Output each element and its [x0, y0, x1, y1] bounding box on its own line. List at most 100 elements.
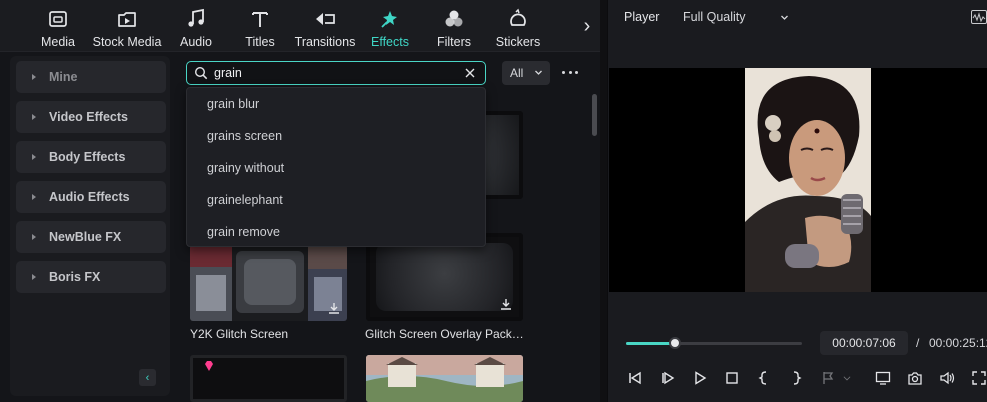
total-time: 00:00:25:12	[929, 336, 987, 350]
close-icon[interactable]	[464, 67, 476, 79]
stop-icon[interactable]	[723, 369, 741, 387]
previous-frame-icon[interactable]	[626, 369, 644, 387]
text-icon	[252, 12, 268, 27]
effect-card[interactable]	[190, 355, 347, 402]
chevron-left-icon[interactable]: ‹	[139, 369, 156, 386]
effect-title: Glitch Screen Overlay Pack…	[365, 327, 524, 341]
effect-card-y2k-glitch-screen[interactable]	[190, 245, 347, 321]
search-icon	[194, 66, 208, 80]
transitions-icon	[316, 13, 335, 25]
tab-filters-label: Filters	[436, 35, 472, 49]
snapshot-camera-icon[interactable]	[906, 369, 924, 387]
suggestion-item[interactable]: grainelephant	[187, 184, 485, 216]
playback-progress[interactable]	[626, 337, 802, 349]
sidebar-item-label: NewBlue FX	[49, 230, 122, 244]
stickers-icon	[510, 8, 526, 26]
effects-panel: Media Stock Media Audio Titles Transitio…	[0, 0, 600, 402]
sidebar-item-body-effects[interactable]: Body Effects	[16, 141, 166, 173]
tab-effects-label: Effects	[371, 35, 409, 49]
effect-thumbnail	[366, 355, 523, 402]
tab-titles-label: Titles	[245, 35, 275, 49]
sidebar-item-label: Boris FX	[49, 270, 101, 284]
tab-stickers-label: Stickers	[495, 35, 541, 49]
sidebar-item-label: Mine	[49, 70, 78, 84]
caret-right-icon	[32, 154, 36, 160]
media-toolbar: Media Stock Media Audio Titles Transitio…	[0, 0, 600, 52]
tab-filters[interactable]: Filters	[436, 0, 472, 52]
effect-thumbnail	[376, 243, 513, 311]
sidebar-item-label: Body Effects	[49, 150, 126, 164]
suggestion-item[interactable]: grain remove	[187, 216, 485, 248]
premium-gem-icon	[205, 361, 213, 371]
caret-right-icon	[32, 274, 36, 280]
chevron-down-icon	[781, 15, 788, 20]
effects-icon	[381, 11, 397, 28]
chevron-down-icon	[842, 369, 852, 387]
mark-in-icon[interactable]	[755, 369, 773, 387]
caret-right-icon	[32, 194, 36, 200]
tab-stock-media[interactable]: Stock Media	[92, 0, 162, 52]
effect-thumbnail	[190, 245, 347, 321]
download-icon[interactable]	[499, 297, 513, 311]
stock-media-icon	[118, 12, 136, 27]
sidebar-item-boris-fx[interactable]: Boris FX	[16, 261, 166, 293]
chevron-down-icon	[535, 70, 542, 75]
play-icon[interactable]	[691, 369, 709, 387]
tab-transitions-label: Transitions	[294, 35, 356, 49]
tab-media-label: Media	[40, 35, 76, 49]
preview-frame	[745, 68, 871, 292]
progress-handle[interactable]	[669, 337, 682, 349]
effects-category-sidebar: Mine Video Effects Body Effects Audio Ef…	[10, 56, 170, 396]
tab-effects[interactable]: Effects	[370, 0, 410, 52]
video-preview[interactable]	[609, 68, 987, 292]
tab-transitions[interactable]: Transitions	[294, 0, 356, 52]
music-note-icon	[188, 8, 204, 27]
sidebar-item-newblue-fx[interactable]: NewBlue FX	[16, 221, 166, 253]
search-suggestions: grain blur grains screen grainy without …	[186, 87, 486, 247]
scrollbar[interactable]	[592, 94, 597, 136]
sidebar-item-label: Audio Effects	[49, 190, 130, 204]
player-title: Player	[624, 10, 660, 24]
sidebar-item-audio-effects[interactable]: Audio Effects	[16, 181, 166, 213]
caret-right-icon	[32, 114, 36, 120]
filters-icon	[445, 10, 463, 27]
tab-audio-label: Audio	[180, 35, 212, 49]
effects-search[interactable]	[186, 61, 486, 85]
caret-right-icon	[32, 74, 36, 80]
filter-select-value: All	[510, 66, 524, 80]
effect-title: Y2K Glitch Screen	[190, 327, 289, 341]
sidebar-item-label: Video Effects	[49, 110, 128, 124]
current-time[interactable]: 00:00:07:06	[820, 331, 908, 355]
suggestion-item[interactable]: grain blur	[187, 88, 485, 120]
search-input[interactable]	[214, 66, 454, 80]
quality-select[interactable]: Full Quality	[675, 6, 795, 28]
volume-icon[interactable]	[938, 369, 956, 387]
mark-out-icon[interactable]	[787, 369, 805, 387]
progress-fill	[626, 342, 676, 345]
tab-titles[interactable]: Titles	[242, 0, 278, 52]
suggestion-item[interactable]: grains screen	[187, 120, 485, 152]
download-icon[interactable]	[327, 301, 341, 315]
display-settings-icon[interactable]	[874, 369, 892, 387]
filter-select[interactable]: All	[502, 61, 550, 85]
tab-stickers[interactable]: Stickers	[494, 0, 542, 52]
sidebar-item-video-effects[interactable]: Video Effects	[16, 101, 166, 133]
effect-card[interactable]	[366, 355, 523, 402]
fullscreen-icon[interactable]	[970, 369, 987, 387]
waveform-icon[interactable]	[971, 10, 987, 24]
next-frame-icon[interactable]	[659, 369, 677, 387]
marker-icon	[820, 369, 838, 387]
quality-select-value: Full Quality	[683, 10, 746, 24]
media-icon	[49, 11, 67, 27]
tab-stock-media-label: Stock Media	[92, 35, 162, 49]
suggestion-item[interactable]: grainy without	[187, 152, 485, 184]
playback-controls: 00:00:07:06 / 00:00:25:12	[608, 322, 987, 402]
chevron-right-icon[interactable]: ›	[578, 14, 596, 38]
sidebar-item-mine[interactable]: Mine	[16, 61, 166, 93]
player-panel: Player Full Quality 00:00:07:06 / 00:00:…	[607, 0, 987, 402]
more-options-icon[interactable]	[560, 64, 580, 80]
tab-audio[interactable]: Audio	[176, 0, 216, 52]
tab-media[interactable]: Media	[40, 0, 76, 52]
caret-right-icon	[32, 234, 36, 240]
time-separator: /	[916, 336, 920, 350]
